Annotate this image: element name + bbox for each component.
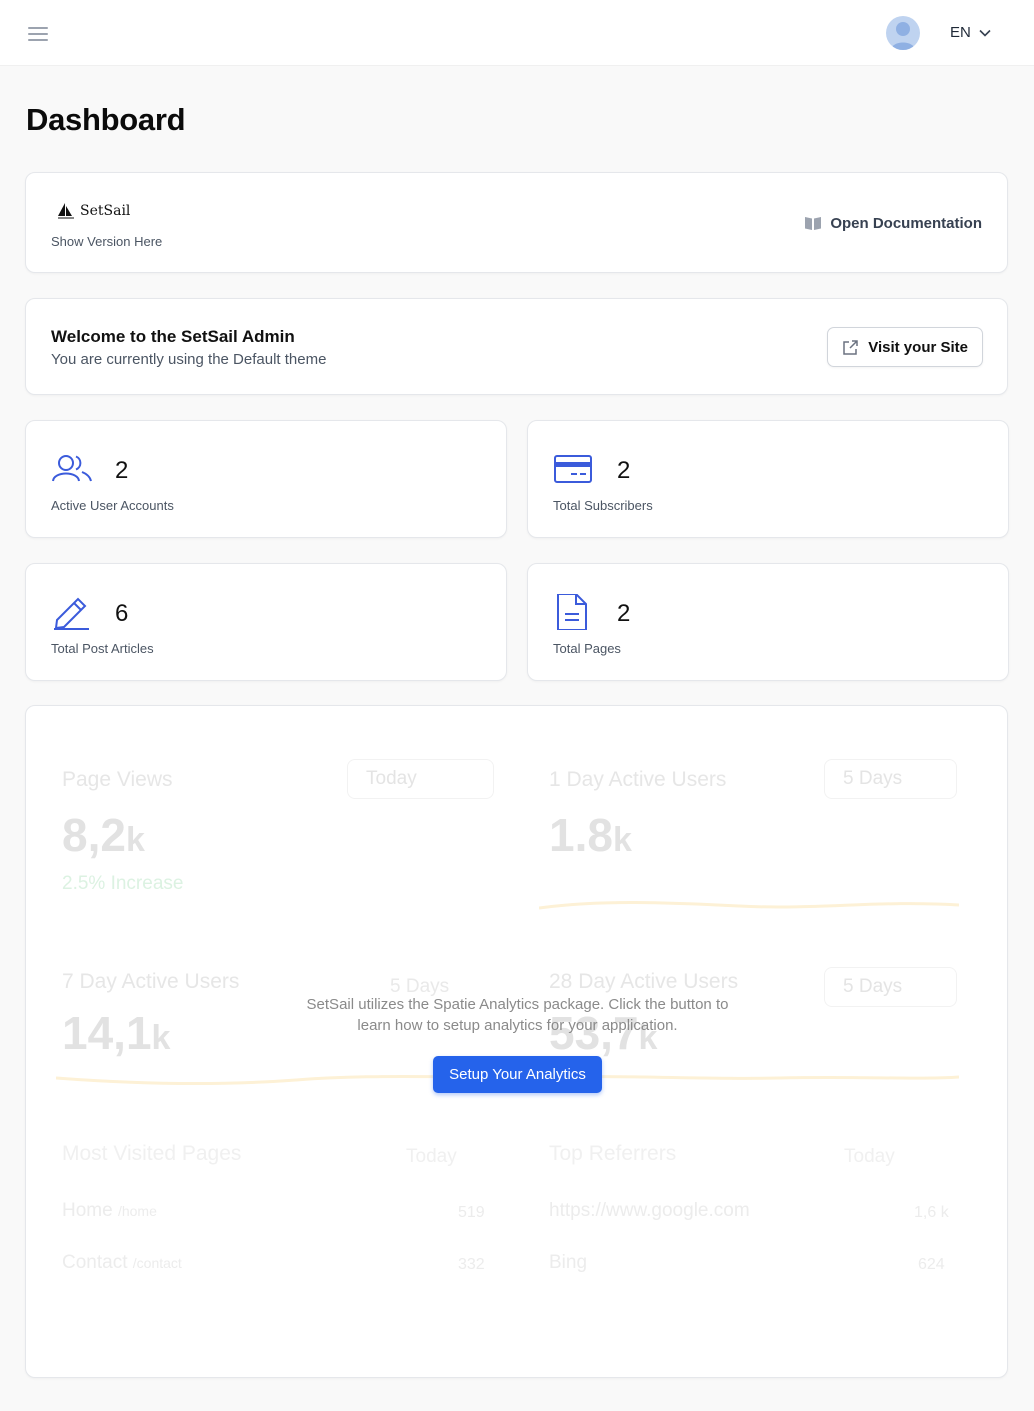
stat-label: Total Pages (553, 641, 621, 656)
stat-value: 2 (617, 457, 631, 484)
pencil-icon (54, 597, 89, 630)
setsail-logo: SetSail (56, 201, 130, 221)
stat-card-pages: 2 Total Pages (527, 563, 1009, 681)
external-link-icon (843, 339, 858, 355)
list-item-count: 1,6 k (914, 1204, 949, 1221)
range-label: Today (366, 768, 417, 789)
stat-card-users: 2 Active User Accounts (25, 420, 507, 538)
day1-users-value: 1.8k (549, 809, 632, 861)
list-item: https://www.google.com (549, 1200, 750, 1221)
book-icon (805, 217, 822, 230)
list-item-count: 624 (918, 1256, 945, 1273)
day1-range-select[interactable]: 5 Days (824, 759, 957, 799)
list-item-count: 519 (458, 1204, 485, 1221)
most-visited-title: Most Visited Pages (62, 1142, 242, 1165)
range-label: 5 Days (843, 768, 903, 789)
stat-label: Total Post Articles (51, 641, 154, 656)
stat-label: Active User Accounts (51, 498, 174, 513)
list-item: Home /home (62, 1200, 157, 1221)
day28-sparkline (539, 1075, 959, 1080)
day28-users-title: 28 Day Active Users (549, 970, 739, 993)
avatar[interactable] (886, 16, 920, 50)
language-label: EN (950, 24, 971, 41)
page-views-range-select[interactable]: Today (347, 759, 494, 799)
referrers-range: Today (844, 1146, 895, 1167)
stat-label: Total Subscribers (553, 498, 653, 513)
day1-sparkline (539, 901, 959, 910)
top-bar: EN (0, 0, 1034, 66)
setup-analytics-button[interactable]: Setup Your Analytics (433, 1056, 602, 1093)
list-item-count: 332 (458, 1256, 485, 1273)
welcome-subtext: You are currently using the Default them… (51, 351, 327, 368)
visit-site-label: Visit your Site (868, 338, 968, 356)
most-visited-range: Today (406, 1146, 457, 1167)
version-text: Show Version Here (51, 234, 163, 249)
page-title: Dashboard (26, 102, 186, 137)
credit-card-icon (554, 455, 592, 483)
menu-icon[interactable] (28, 27, 48, 41)
increase-text: 2.5% Increase (62, 873, 184, 894)
list-item: Contact /contact (62, 1252, 182, 1273)
page-views-value: 8,2k (62, 809, 145, 861)
visit-site-button[interactable]: Visit your Site (827, 327, 983, 367)
welcome-heading: Welcome to the SetSail Admin (51, 327, 295, 346)
analytics-card: Page Views Today 8,2k 2.5% Increase 1 Da… (25, 705, 1008, 1378)
users-icon (52, 455, 92, 482)
analytics-message: SetSail utilizes the Spatie Analytics pa… (306, 996, 729, 1034)
chevron-down-icon (979, 29, 991, 37)
language-selector[interactable]: EN (950, 24, 991, 41)
open-documentation-link[interactable]: Open Documentation (804, 215, 982, 232)
top-referrers-title: Top Referrers (549, 1142, 677, 1165)
stat-card-subscribers: 2 Total Subscribers (527, 420, 1009, 538)
stat-value: 6 (115, 600, 129, 627)
stat-value: 2 (115, 457, 129, 484)
document-icon (557, 594, 587, 630)
day1-users-title: 1 Day Active Users (549, 768, 727, 791)
day7-users-title: 7 Day Active Users (62, 970, 240, 993)
stat-value: 2 (617, 600, 631, 627)
logo-text: SetSail (80, 203, 131, 219)
sailboat-icon (58, 203, 74, 219)
version-card: SetSail Show Version Here Open Documenta… (25, 172, 1008, 273)
welcome-card: Welcome to the SetSail Admin You are cur… (25, 298, 1008, 395)
list-item: Bing (549, 1252, 588, 1273)
stat-card-posts: 6 Total Post Articles (25, 563, 507, 681)
open-documentation-label: Open Documentation (830, 215, 982, 232)
page-views-title: Page Views (62, 768, 173, 791)
day7-sparkline (56, 1074, 476, 1086)
